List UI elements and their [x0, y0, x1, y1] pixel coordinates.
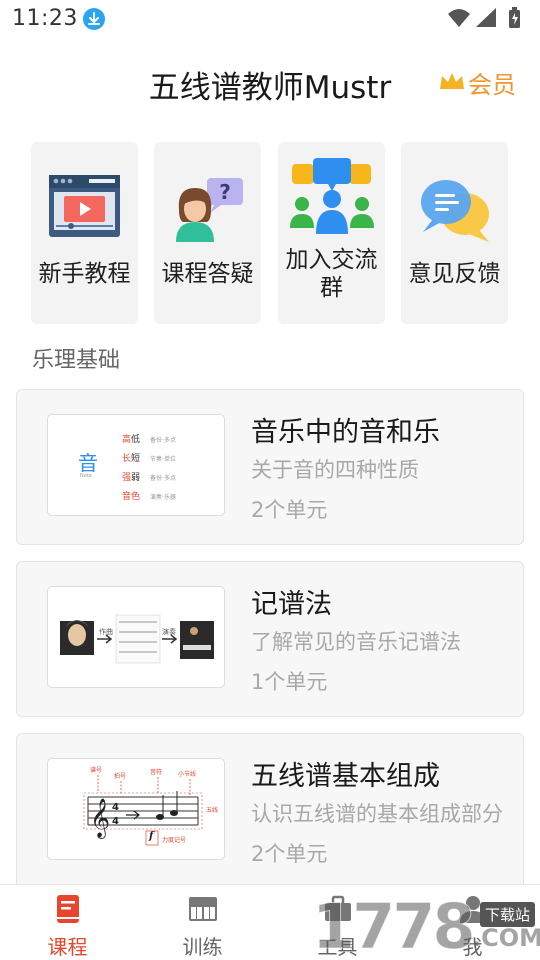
- thumb-dynamic-mark: f: [149, 831, 154, 842]
- course-desc: 关于音的四种性质: [251, 458, 419, 482]
- watermark-suffix: .COM: [472, 924, 540, 952]
- tile-label-line1: 加入交流: [285, 247, 378, 273]
- course-card[interactable]: 作曲 演奏 记谱法 了解常见的音乐记谱法 1个单元: [16, 561, 524, 717]
- vip-label: 会员: [468, 70, 516, 99]
- thumb-label-note: 音符: [150, 769, 163, 776]
- course-title: 音乐中的音和乐: [251, 417, 440, 448]
- thumb-label-barline: 小节线: [178, 771, 197, 778]
- tile-feedback[interactable]: 意见反馈: [401, 142, 508, 324]
- book-icon: [57, 895, 79, 923]
- tile-label: 新手教程: [38, 261, 131, 287]
- thumb-label-dynamics: 力度记号: [162, 837, 187, 844]
- group-chat-icon: [278, 158, 385, 242]
- staff-illustration: 𝄞 4 4: [83, 775, 203, 846]
- status-bar: 11:23: [0, 0, 540, 38]
- tile-beginner-tutorial[interactable]: 新手教程: [31, 142, 138, 324]
- tile-label: 加入交流 群: [278, 246, 385, 302]
- signal-icon: [476, 8, 496, 27]
- thumb-rows: 高低 备份·多点 长短 节奏·单位 强弱 备份·多点 音色 演奏·乐器: [122, 435, 176, 502]
- thumb-small-text: Note: [80, 473, 92, 479]
- course-card[interactable]: 𝄞 4 4 谱号 拍号 音符 小节线 五线 f 力度记号 五线谱基本组成 认识五…: [16, 733, 524, 889]
- thumb-label-staff: 五线: [206, 807, 219, 814]
- course-thumbnail: 𝄞 4 4 谱号 拍号 音符 小节线 五线 f 力度记号: [47, 758, 225, 860]
- site-watermark: 1778 下载站 .COM: [312, 890, 540, 960]
- svg-text:4: 4: [112, 802, 119, 813]
- tile-label-line2: 群: [320, 275, 343, 301]
- tile-join-group[interactable]: 加入交流 群: [278, 142, 385, 324]
- feedback-bubble-icon: [401, 164, 508, 248]
- thumb-label-perform: 演奏: [162, 628, 176, 636]
- course-title: 记谱法: [251, 589, 332, 620]
- crown-icon: [440, 73, 464, 89]
- tile-label: 课程答疑: [161, 261, 254, 287]
- wifi-icon: [448, 9, 470, 27]
- course-thumbnail: 音 Note 高低 备份·多点 长短 节奏·单位 强弱 备份·多点 音色 演奏·乐器: [47, 414, 225, 516]
- piano-keys-icon: [189, 897, 217, 921]
- course-units: 1个单元: [251, 670, 328, 694]
- course-units: 2个单元: [251, 498, 328, 522]
- status-icons: [446, 6, 526, 30]
- section-title: 乐理基础: [32, 348, 121, 373]
- battery-icon: [509, 7, 520, 28]
- question-person-icon: ?: [154, 164, 261, 248]
- course-units: 2个单元: [251, 842, 328, 866]
- course-card[interactable]: 音 Note 高低 备份·多点 长短 节奏·单位 强弱 备份·多点 音色 演奏·乐器 音…: [16, 389, 524, 545]
- course-thumbnail: 作曲 演奏: [47, 586, 225, 688]
- nav-label: 课程: [47, 935, 88, 959]
- nav-tab-training[interactable]: 训练: [135, 885, 270, 960]
- course-desc: 认识五线谱的基本组成部分: [251, 802, 503, 826]
- thumb-big-char: 音: [78, 451, 98, 475]
- notation-flow-illustration: [60, 614, 214, 664]
- status-time: 11:23: [12, 6, 78, 31]
- watermark-text: 1778: [312, 890, 477, 960]
- video-tutorial-icon: [31, 164, 138, 248]
- thumb-label-time-sig: 拍号: [114, 773, 127, 780]
- nav-tab-courses[interactable]: 课程: [0, 885, 135, 960]
- svg-text:4: 4: [112, 816, 119, 827]
- nav-label: 训练: [182, 935, 223, 959]
- course-title: 五线谱基本组成: [251, 761, 440, 792]
- vip-button[interactable]: 会员: [438, 66, 516, 99]
- course-desc: 了解常见的音乐记谱法: [251, 630, 461, 654]
- thumb-label-compose: 作曲: [99, 628, 113, 636]
- thumb-label-clef: 谱号: [90, 767, 103, 774]
- tile-course-qa[interactable]: ? 课程答疑: [154, 142, 261, 324]
- download-notification-icon: [83, 8, 105, 30]
- svg-text:?: ?: [219, 180, 231, 204]
- svg-text:𝄞: 𝄞: [90, 798, 110, 839]
- tile-label: 意见反馈: [408, 261, 501, 287]
